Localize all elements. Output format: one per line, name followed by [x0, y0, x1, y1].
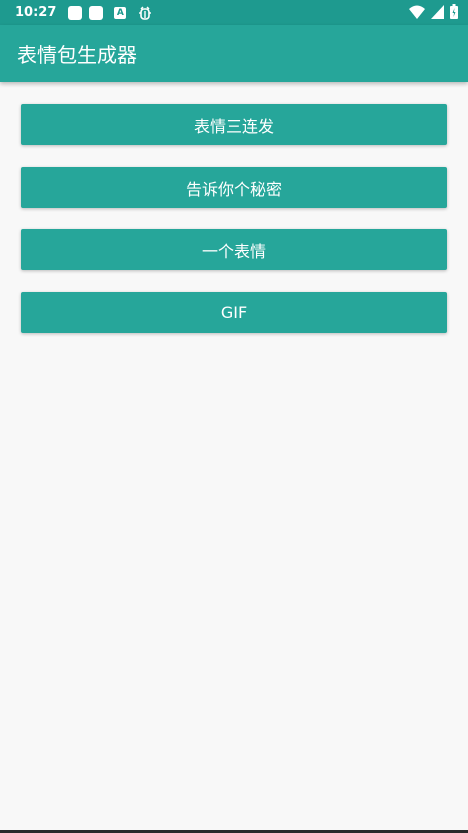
- app-notification-icon: [89, 5, 104, 20]
- wifi-icon: [409, 5, 425, 19]
- a-badge-letter: A: [116, 7, 124, 18]
- app-bar: 表情包生成器: [0, 25, 468, 82]
- signal-icon: [431, 4, 444, 19]
- single-emoji-button[interactable]: 一个表情: [21, 229, 447, 270]
- app-title: 表情包生成器: [17, 43, 137, 67]
- gif-button[interactable]: GIF: [21, 292, 447, 333]
- tell-secret-button[interactable]: 告诉你个秘密: [21, 167, 447, 208]
- notification-icons: A: [68, 5, 153, 21]
- status-time: 10:27: [15, 5, 57, 20]
- app-notification-icon: [68, 5, 83, 20]
- battery-icon: [450, 4, 458, 19]
- system-icons: [409, 4, 458, 19]
- a-badge-icon: A: [114, 6, 127, 19]
- bug-icon: [139, 5, 152, 20]
- emoji-triple-button[interactable]: 表情三连发: [21, 104, 447, 145]
- status-bar: 10:27 A: [0, 0, 468, 25]
